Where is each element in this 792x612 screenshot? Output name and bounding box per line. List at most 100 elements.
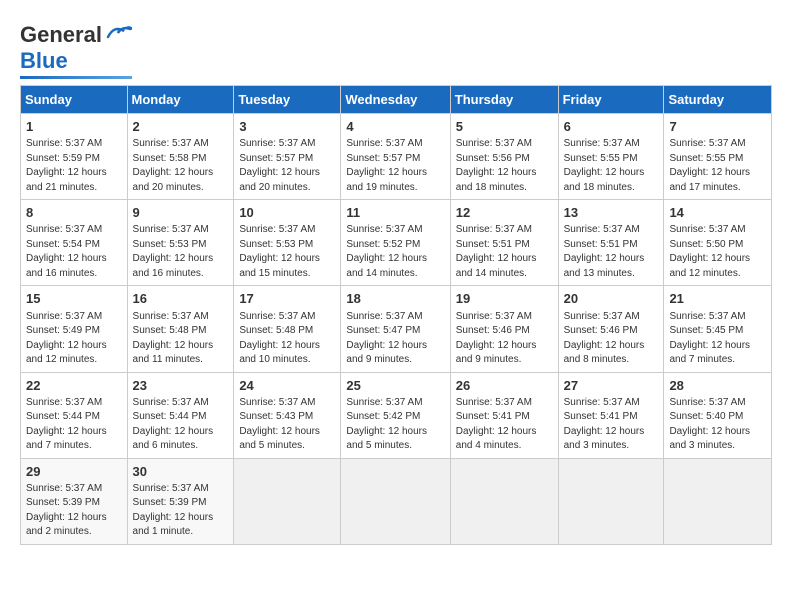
calendar-week-row-4: 29Sunrise: 5:37 AMSunset: 5:39 PMDayligh… xyxy=(21,458,772,544)
day-details: Sunrise: 5:37 AMSunset: 5:41 PMDaylight:… xyxy=(456,396,553,454)
day-number: 14 xyxy=(669,204,766,222)
calendar-day-cell: 11Sunrise: 5:37 AMSunset: 5:52 PMDayligh… xyxy=(341,200,450,286)
calendar-day-cell: 10Sunrise: 5:37 AMSunset: 5:53 PMDayligh… xyxy=(234,200,341,286)
day-number: 5 xyxy=(456,118,553,136)
day-number: 3 xyxy=(239,118,335,136)
day-details: Sunrise: 5:37 AMSunset: 5:54 PMDaylight:… xyxy=(26,223,122,281)
calendar-day-cell: 16Sunrise: 5:37 AMSunset: 5:48 PMDayligh… xyxy=(127,286,234,372)
calendar-header-row: SundayMondayTuesdayWednesdayThursdayFrid… xyxy=(21,86,772,114)
calendar-day-cell: 25Sunrise: 5:37 AMSunset: 5:42 PMDayligh… xyxy=(341,372,450,458)
day-details: Sunrise: 5:37 AMSunset: 5:46 PMDaylight:… xyxy=(456,310,553,368)
day-number: 27 xyxy=(564,377,659,395)
logo-bird-icon xyxy=(104,23,132,45)
day-details: Sunrise: 5:37 AMSunset: 5:49 PMDaylight:… xyxy=(26,310,122,368)
day-number: 24 xyxy=(239,377,335,395)
calendar-week-row-3: 22Sunrise: 5:37 AMSunset: 5:44 PMDayligh… xyxy=(21,372,772,458)
day-details: Sunrise: 5:37 AMSunset: 5:53 PMDaylight:… xyxy=(133,223,229,281)
day-details: Sunrise: 5:37 AMSunset: 5:57 PMDaylight:… xyxy=(346,137,444,195)
calendar-day-cell: 2Sunrise: 5:37 AMSunset: 5:58 PMDaylight… xyxy=(127,114,234,200)
day-details: Sunrise: 5:37 AMSunset: 5:39 PMDaylight:… xyxy=(26,482,122,540)
day-number: 7 xyxy=(669,118,766,136)
day-header-wednesday: Wednesday xyxy=(341,86,450,114)
day-number: 23 xyxy=(133,377,229,395)
calendar-day-cell: 8Sunrise: 5:37 AMSunset: 5:54 PMDaylight… xyxy=(21,200,128,286)
day-number: 11 xyxy=(346,204,444,222)
calendar-day-cell: 20 Sunrise: 5:37 AMSunset: 5:46 PMDayligh… xyxy=(558,286,664,372)
day-number: 13 xyxy=(564,204,659,222)
day-details: Sunrise: 5:37 AMSunset: 5:41 PMDaylight:… xyxy=(564,396,659,454)
day-header-sunday: Sunday xyxy=(21,86,128,114)
calendar-day-cell: 6Sunrise: 5:37 AMSunset: 5:55 PMDaylight… xyxy=(558,114,664,200)
day-details: Sunrise: 5:37 AMSunset: 5:55 PMDaylight:… xyxy=(564,137,659,195)
day-details: Sunrise: 5:37 AMSunset: 5:44 PMDaylight:… xyxy=(133,396,229,454)
day-details: Sunrise: 5:37 AMSunset: 5:42 PMDaylight:… xyxy=(346,396,444,454)
day-details: Sunrise: 5:37 AMSunset: 5:50 PMDaylight:… xyxy=(669,223,766,281)
calendar-day-cell: 17 Sunrise: 5:37 AMSunset: 5:48 PMDayligh… xyxy=(234,286,341,372)
calendar-day-cell: 30Sunrise: 5:37 AMSunset: 5:39 PMDayligh… xyxy=(127,458,234,544)
calendar-day-cell xyxy=(341,458,450,544)
day-number: 20 xyxy=(564,290,659,308)
calendar-day-cell xyxy=(450,458,558,544)
calendar-day-cell: 27Sunrise: 5:37 AMSunset: 5:41 PMDayligh… xyxy=(558,372,664,458)
day-number: 19 xyxy=(456,290,553,308)
day-number: 6 xyxy=(564,118,659,136)
day-number: 22 xyxy=(26,377,122,395)
logo: General Blue xyxy=(20,22,132,79)
day-number: 10 xyxy=(239,204,335,222)
day-details: Sunrise: 5:37 AMSunset: 5:39 PMDaylight:… xyxy=(133,482,229,540)
calendar-day-cell: 1Sunrise: 5:37 AMSunset: 5:59 PMDaylight… xyxy=(21,114,128,200)
day-details: Sunrise: 5:37 AMSunset: 5:55 PMDaylight:… xyxy=(669,137,766,195)
day-number: 12 xyxy=(456,204,553,222)
day-number: 15 xyxy=(26,290,122,308)
calendar-day-cell: 4Sunrise: 5:37 AMSunset: 5:57 PMDaylight… xyxy=(341,114,450,200)
day-number: 17 xyxy=(239,290,335,308)
day-details: Sunrise: 5:37 AMSunset: 5:48 PMDaylight:… xyxy=(239,310,335,368)
calendar-day-cell: 18 Sunrise: 5:37 AMSunset: 5:47 PMDayligh… xyxy=(341,286,450,372)
calendar-table: SundayMondayTuesdayWednesdayThursdayFrid… xyxy=(20,85,772,545)
day-number: 2 xyxy=(133,118,229,136)
calendar-day-cell xyxy=(664,458,772,544)
calendar-day-cell: 23Sunrise: 5:37 AMSunset: 5:44 PMDayligh… xyxy=(127,372,234,458)
day-details: Sunrise: 5:37 AMSunset: 5:56 PMDaylight:… xyxy=(456,137,553,195)
logo-general: General xyxy=(20,22,102,48)
day-header-thursday: Thursday xyxy=(450,86,558,114)
calendar-day-cell: 7Sunrise: 5:37 AMSunset: 5:55 PMDaylight… xyxy=(664,114,772,200)
day-number: 28 xyxy=(669,377,766,395)
day-number: 1 xyxy=(26,118,122,136)
day-details: Sunrise: 5:37 AMSunset: 5:58 PMDaylight:… xyxy=(133,137,229,195)
day-number: 25 xyxy=(346,377,444,395)
day-details: Sunrise: 5:37 AMSunset: 5:57 PMDaylight:… xyxy=(239,137,335,195)
calendar-day-cell: 14Sunrise: 5:37 AMSunset: 5:50 PMDayligh… xyxy=(664,200,772,286)
calendar-day-cell: 19 Sunrise: 5:37 AMSunset: 5:46 PMDayligh… xyxy=(450,286,558,372)
header: General Blue xyxy=(20,16,772,79)
calendar-day-cell xyxy=(558,458,664,544)
calendar-day-cell: 9Sunrise: 5:37 AMSunset: 5:53 PMDaylight… xyxy=(127,200,234,286)
calendar-day-cell: 28Sunrise: 5:37 AMSunset: 5:40 PMDayligh… xyxy=(664,372,772,458)
calendar-day-cell: 22Sunrise: 5:37 AMSunset: 5:44 PMDayligh… xyxy=(21,372,128,458)
day-number: 9 xyxy=(133,204,229,222)
calendar-day-cell: 15 Sunrise: 5:37 AMSunset: 5:49 PMDayligh… xyxy=(21,286,128,372)
day-details: Sunrise: 5:37 AMSunset: 5:44 PMDaylight:… xyxy=(26,396,122,454)
day-details: Sunrise: 5:37 AMSunset: 5:46 PMDaylight:… xyxy=(564,310,659,368)
day-number: 18 xyxy=(346,290,444,308)
calendar-day-cell: 24Sunrise: 5:37 AMSunset: 5:43 PMDayligh… xyxy=(234,372,341,458)
calendar-day-cell: 13Sunrise: 5:37 AMSunset: 5:51 PMDayligh… xyxy=(558,200,664,286)
day-details: Sunrise: 5:37 AMSunset: 5:48 PMDaylight:… xyxy=(133,310,229,368)
day-details: Sunrise: 5:37 AMSunset: 5:47 PMDaylight:… xyxy=(346,310,444,368)
calendar-day-cell: 21 Sunrise: 5:37 AMSunset: 5:45 PMDayligh… xyxy=(664,286,772,372)
logo-blue: Blue xyxy=(20,48,68,74)
day-details: Sunrise: 5:37 AMSunset: 5:51 PMDaylight:… xyxy=(564,223,659,281)
calendar-week-row-1: 8Sunrise: 5:37 AMSunset: 5:54 PMDaylight… xyxy=(21,200,772,286)
day-details: Sunrise: 5:37 AMSunset: 5:45 PMDaylight:… xyxy=(669,310,766,368)
calendar-day-cell: 12Sunrise: 5:37 AMSunset: 5:51 PMDayligh… xyxy=(450,200,558,286)
day-number: 21 xyxy=(669,290,766,308)
calendar-day-cell xyxy=(234,458,341,544)
day-header-monday: Monday xyxy=(127,86,234,114)
day-number: 29 xyxy=(26,463,122,481)
day-details: Sunrise: 5:37 AMSunset: 5:53 PMDaylight:… xyxy=(239,223,335,281)
calendar-week-row-0: 1Sunrise: 5:37 AMSunset: 5:59 PMDaylight… xyxy=(21,114,772,200)
day-header-tuesday: Tuesday xyxy=(234,86,341,114)
day-header-friday: Friday xyxy=(558,86,664,114)
day-details: Sunrise: 5:37 AMSunset: 5:51 PMDaylight:… xyxy=(456,223,553,281)
day-details: Sunrise: 5:37 AMSunset: 5:52 PMDaylight:… xyxy=(346,223,444,281)
